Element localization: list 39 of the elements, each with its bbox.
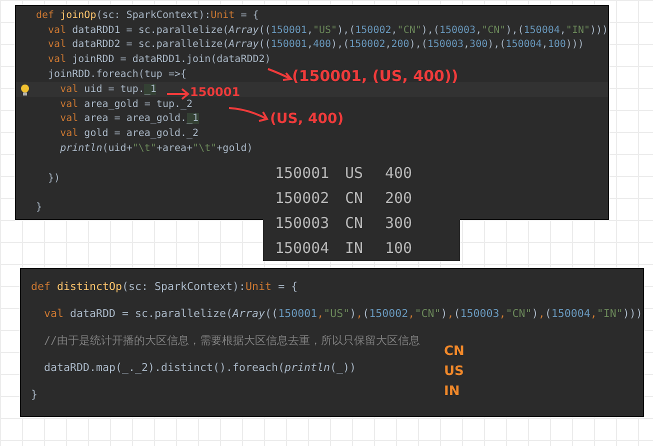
- handwritten-note: US: [444, 365, 464, 379]
- code-line: }): [47, 172, 60, 185]
- code-line: dataRDD.map(_._2).distinct().foreach(println(_)): [43, 360, 356, 375]
- code-line: val area_gold = tup._2: [59, 98, 193, 111]
- output-cell-text: 300: [385, 213, 414, 233]
- output-cell-text: 150004: [275, 238, 330, 258]
- handwritten-arrow: [267, 67, 293, 83]
- code-line: val dataRDD1 = sc.parallelize(Array((150001,"US"),(150002,"CN"),(150003,"CN"),(150004,"IN"))): [47, 24, 608, 37]
- handwritten-note: (150001, (US, 400)): [292, 67, 458, 85]
- handwritten-arrow: [166, 88, 190, 100]
- output-cell-text: CN: [345, 213, 364, 233]
- code-line: joinRDD.foreach(tup =>{: [47, 68, 187, 82]
- output-cell-text: IN: [345, 238, 364, 258]
- code-line: //由于是统计开播的大区信息，需要根据大区信息去重，所以只保留大区信息: [43, 334, 420, 348]
- output-cell-text: CN: [345, 188, 364, 208]
- handwritten-note: (US, 400): [270, 111, 344, 127]
- code-line: def joinOp(sc: SparkContext):Unit = {: [36, 8, 259, 22]
- output-cell-text: 150002: [275, 188, 330, 208]
- handwritten-note: IN: [444, 385, 461, 399]
- lightbulb-icon[interactable]: [20, 84, 30, 96]
- code-line: val dataRDD = sc.parallelize(Array((150001,"US"),(150002,"CN"),(150003,"CN"),(150004,"IN"))): [43, 306, 642, 321]
- handwritten-arrow: [228, 105, 270, 125]
- code-line: def distinctOp(sc: SparkContext):Unit = {: [31, 280, 298, 294]
- output-cell-text: 150003: [275, 213, 330, 233]
- output-cell-text: 100: [385, 238, 414, 258]
- handwritten-note: CN: [444, 345, 464, 359]
- output-cell-text: 400: [385, 163, 414, 183]
- output-cell-text: 200: [385, 188, 414, 208]
- output-cell-text: 150001: [275, 163, 330, 183]
- code-line: val dataRDD2 = sc.parallelize(Array((150001,400),(150002,200),(150003,300),(150004,100))): [47, 38, 584, 52]
- code-line: }: [36, 201, 42, 214]
- handwritten-note: 150001: [190, 85, 240, 99]
- output-cell-text: US: [345, 163, 364, 183]
- code-line: println(uid+"\t"+area+"\t"+gold): [59, 142, 253, 156]
- code-line: }: [31, 388, 38, 402]
- code-line: val joinRDD = dataRDD1.join(dataRDD2): [47, 53, 271, 66]
- code-line: val gold = area_gold._2: [59, 127, 199, 140]
- code-line: val uid = tup._1: [59, 82, 156, 96]
- code-line: val area = area_gold._1: [59, 112, 199, 126]
